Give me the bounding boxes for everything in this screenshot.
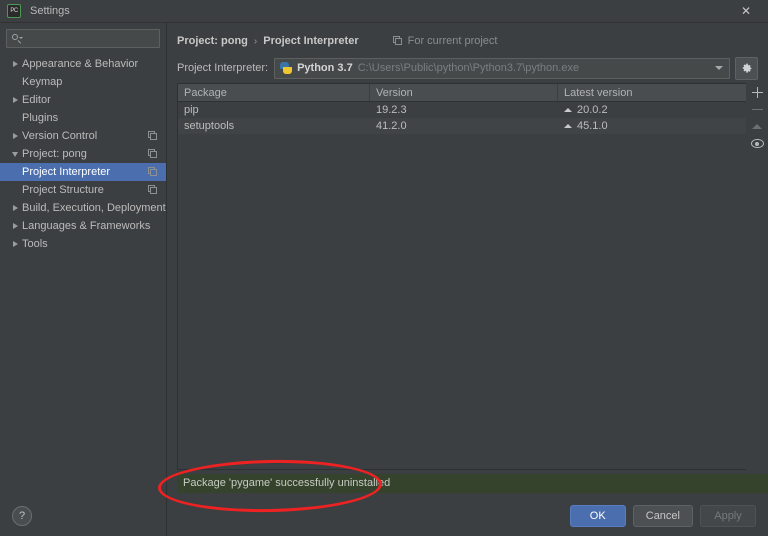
chevron-right-icon[interactable] — [8, 61, 22, 67]
search-box[interactable] — [6, 29, 167, 48]
cell-latest-version-text: 20.0.2 — [577, 104, 608, 116]
settings-tree: Appearance & Behavior Keymap Editor Plug… — [0, 53, 166, 496]
search-input[interactable] — [25, 32, 167, 45]
sidebar-item-build-execution-deployment[interactable]: Build, Execution, Deployment — [0, 199, 166, 217]
ok-button[interactable]: OK — [569, 505, 626, 527]
settings-sidebar: Appearance & Behavior Keymap Editor Plug… — [0, 23, 167, 536]
upgrade-available-icon — [564, 108, 572, 112]
project-interpreter-select[interactable]: Python 3.7 C:\Users\Public\python\Python… — [274, 57, 730, 79]
packages-table: Package Version Latest version pip 19.2.… — [177, 83, 746, 470]
sidebar-item-label: Appearance & Behavior — [22, 58, 139, 70]
gear-icon[interactable] — [735, 56, 758, 80]
help-container: ? — [0, 496, 166, 536]
module-icon — [392, 36, 403, 46]
cell-package: pip — [184, 104, 199, 116]
chevron-right-icon[interactable] — [8, 133, 22, 139]
upgrade-available-icon — [564, 124, 572, 128]
sidebar-item-label: Plugins — [22, 112, 59, 124]
apply-button[interactable]: Apply — [700, 505, 756, 527]
cell-latest-version-text: 45.1.0 — [577, 120, 608, 132]
search-icon — [11, 33, 23, 45]
sidebar-item-editor[interactable]: Editor — [0, 91, 166, 109]
module-icon — [148, 149, 158, 159]
cell-latest-version: 45.1.0 — [558, 120, 746, 132]
packages-toolbar — [746, 83, 768, 470]
sidebar-item-keymap[interactable]: Keymap — [0, 73, 166, 91]
close-icon[interactable]: ✕ — [724, 0, 768, 22]
chevron-down-icon[interactable] — [8, 151, 22, 157]
show-early-releases-button[interactable] — [747, 135, 767, 152]
eye-icon — [750, 139, 764, 148]
settings-content: Project: pong › Project Interpreter For … — [167, 23, 768, 536]
for-current-project-text: For current project — [407, 35, 498, 47]
packages-table-body: pip 19.2.3 20.0.2 setuptools 41.2.0 45.1… — [178, 102, 746, 469]
title-bar: PC Settings ✕ — [0, 0, 768, 23]
help-button[interactable]: ? — [12, 506, 32, 526]
sidebar-item-project-interpreter[interactable]: Project Interpreter — [0, 163, 166, 181]
plus-icon — [751, 87, 763, 98]
for-current-project-label: For current project — [392, 35, 498, 47]
minus-icon — [751, 109, 763, 110]
dialog-buttons: OK Cancel Apply — [167, 496, 768, 536]
search-container — [0, 23, 167, 53]
breadcrumb-separator: › — [253, 35, 258, 47]
sidebar-item-label: Build, Execution, Deployment — [22, 202, 166, 214]
status-message: Package 'pygame' successfully uninstalle… — [183, 477, 391, 489]
chevron-right-icon[interactable] — [8, 223, 22, 229]
pycharm-icon: PC — [7, 4, 21, 18]
settings-dialog: PC Settings ✕ Appearance & Behavior Keym… — [0, 0, 768, 536]
dialog-body: Appearance & Behavior Keymap Editor Plug… — [0, 23, 768, 536]
status-container: Package 'pygame' successfully uninstalle… — [177, 470, 768, 496]
project-interpreter-row: Project Interpreter: Python 3.7 C:\Users… — [167, 53, 768, 83]
module-icon — [148, 185, 158, 195]
upgrade-package-button[interactable] — [747, 118, 767, 135]
table-row[interactable]: pip 19.2.3 20.0.2 — [178, 102, 746, 118]
chevron-right-icon[interactable] — [8, 97, 22, 103]
cancel-button[interactable]: Cancel — [632, 505, 693, 527]
sidebar-item-label: Tools — [22, 238, 48, 250]
chevron-right-icon[interactable] — [8, 205, 22, 211]
sidebar-item-tools[interactable]: Tools — [0, 235, 166, 253]
sidebar-item-languages-frameworks[interactable]: Languages & Frameworks — [0, 217, 166, 235]
window-title: Settings — [30, 5, 70, 17]
cell-version: 41.2.0 — [376, 120, 407, 132]
up-triangle-icon — [752, 124, 762, 129]
sidebar-item-label: Editor — [22, 94, 51, 106]
python-icon — [280, 62, 293, 74]
interpreter-name: Python 3.7 — [297, 62, 353, 74]
sidebar-item-plugins[interactable]: Plugins — [0, 109, 166, 127]
uninstall-package-button[interactable] — [747, 101, 767, 118]
column-header-latest-version[interactable]: Latest version — [558, 84, 746, 101]
sidebar-item-project-pong[interactable]: Project: pong — [0, 145, 166, 163]
sidebar-item-label: Keymap — [22, 76, 63, 88]
table-row[interactable]: setuptools 41.2.0 45.1.0 — [178, 118, 746, 134]
project-interpreter-label: Project Interpreter: — [177, 62, 269, 74]
sidebar-item-label: Project Interpreter — [22, 166, 111, 178]
sidebar-item-label: Project: pong — [22, 148, 87, 160]
cell-version: 19.2.3 — [376, 104, 407, 116]
breadcrumb: Project: pong › Project Interpreter For … — [167, 23, 768, 53]
chevron-right-icon[interactable] — [8, 241, 22, 247]
sidebar-item-version-control[interactable]: Version Control — [0, 127, 166, 145]
status-bar: Package 'pygame' successfully uninstalle… — [177, 473, 768, 493]
packages-table-header: Package Version Latest version — [178, 84, 746, 102]
module-icon — [148, 131, 158, 141]
chevron-down-icon[interactable] — [709, 66, 729, 70]
sidebar-item-label: Languages & Frameworks — [22, 220, 151, 232]
cell-latest-version: 20.0.2 — [558, 104, 746, 116]
module-icon — [148, 167, 158, 177]
sidebar-item-label: Project Structure — [22, 184, 104, 196]
breadcrumb-current: Project Interpreter — [263, 35, 359, 47]
sidebar-item-label: Version Control — [22, 130, 98, 142]
column-header-package[interactable]: Package — [178, 84, 370, 101]
packages-area: Package Version Latest version pip 19.2.… — [177, 83, 768, 470]
interpreter-path: C:\Users\Public\python\Python3.7\python.… — [357, 62, 580, 74]
sidebar-item-appearance-behavior[interactable]: Appearance & Behavior — [0, 55, 166, 73]
install-package-button[interactable] — [747, 84, 767, 101]
sidebar-item-project-structure[interactable]: Project Structure — [0, 181, 166, 199]
cell-package: setuptools — [184, 120, 235, 132]
breadcrumb-parent[interactable]: Project: pong — [177, 35, 248, 47]
column-header-version[interactable]: Version — [370, 84, 558, 101]
